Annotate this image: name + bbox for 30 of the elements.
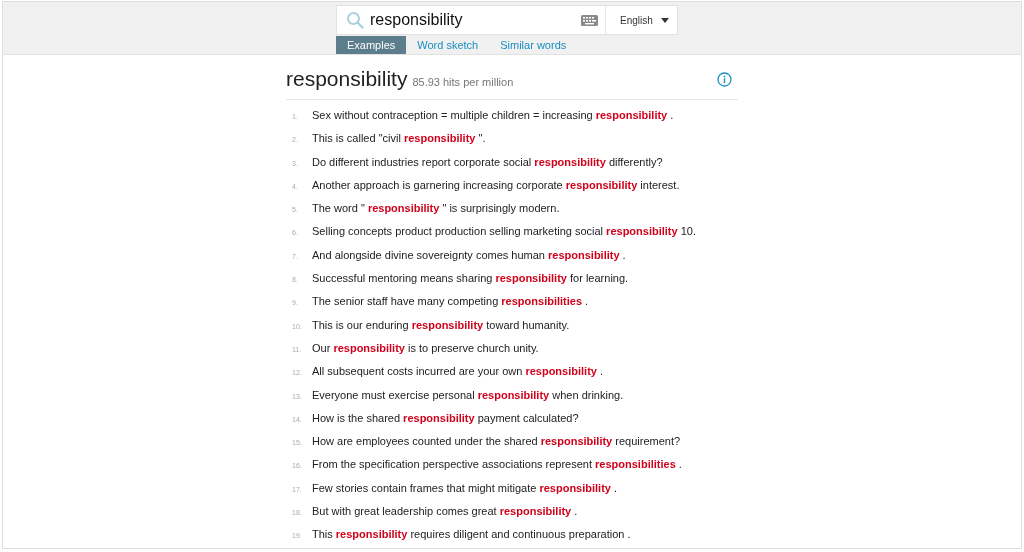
example-sentence: Another approach is garnering increasing corporate responsibility interest. bbox=[312, 177, 680, 193]
example-sentence: Selling concepts product production selling marketing social responsibility 10. bbox=[312, 224, 696, 240]
example-sentence: This is our enduring responsibility toward humanity. bbox=[312, 317, 570, 333]
example-sentence: Sex without contraception = multiple children = increasing responsibility . bbox=[312, 108, 674, 123]
example-sentence: Successful mentoring means sharing responsibility for learning. bbox=[312, 271, 629, 287]
tab[interactable]: Similar words bbox=[489, 36, 578, 54]
example-sentence: This responsibility requires diligent and continuous preparation . bbox=[312, 527, 631, 543]
language-label: English bbox=[620, 14, 653, 26]
example-sentence: From the specification perspective associations represent responsibilities . bbox=[312, 457, 682, 473]
example-sentence: Everyone must exercise personal responsibility when drinking. bbox=[312, 387, 624, 403]
info-icon[interactable] bbox=[717, 71, 732, 87]
headword: responsibility bbox=[286, 67, 408, 91]
search-icon bbox=[346, 11, 364, 29]
example-sentence: How is the shared responsibility payment calculated? bbox=[312, 410, 579, 426]
example-sentence: The senior staff have many competing responsibilities . bbox=[312, 294, 589, 310]
example-sentence: And alongside divine sovereignty comes human responsibility . bbox=[312, 247, 626, 263]
example-sentence: How are employees counted under the shared responsibility requirement? bbox=[312, 434, 681, 450]
frequency-label: 85.93 hits per million bbox=[412, 76, 514, 88]
caret-icon bbox=[661, 17, 669, 23]
example-sentence: All subsequent costs incurred are your own responsibility . bbox=[312, 364, 604, 380]
keyboard-icon[interactable] bbox=[581, 14, 598, 26]
example-sentence: The word " responsibility " is surprisingly modern. bbox=[312, 201, 560, 217]
tab[interactable]: Word sketch bbox=[406, 36, 490, 54]
search-query: responsibility bbox=[370, 11, 464, 29]
example-sentence: This is called "civil responsibility ". bbox=[312, 131, 486, 147]
example-sentence: Do different industries report corporate social responsibility differently? bbox=[312, 154, 663, 170]
tab[interactable]: Examples bbox=[336, 36, 407, 54]
example-sentence: Few stories contain frames that might mitigate responsibility . bbox=[312, 480, 618, 496]
example-sentence: Our responsibility is to preserve church unity. bbox=[312, 340, 539, 356]
example-sentence: But with great leadership comes great responsibility . bbox=[312, 504, 578, 520]
